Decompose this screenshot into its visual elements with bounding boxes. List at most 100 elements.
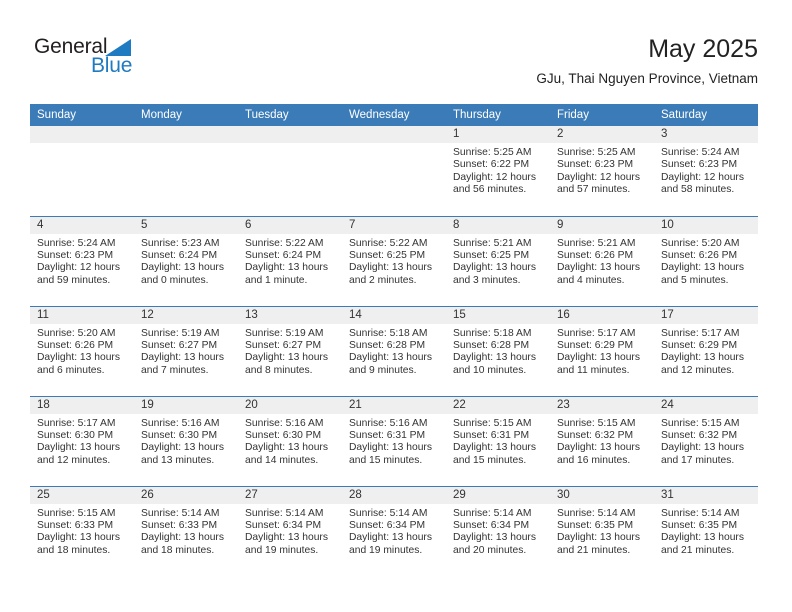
daylight-duration-line2: and 0 minutes. — [141, 274, 209, 286]
calendar-week-row: 4 Sunrise: 5:24 AM Sunset: 6:23 PM Daylight… — [30, 215, 758, 306]
calendar-cell-day[interactable]: 30 Sunrise: 5:14 AM Sunset: 6:35 PM Dayligh… — [550, 485, 654, 576]
calendar-cell-day[interactable]: 13 Sunrise: 5:19 AM Sunset: 6:27 PM Dayligh… — [238, 305, 342, 396]
calendar-cell-day[interactable]: 19 Sunrise: 5:16 AM Sunset: 6:30 PM Dayligh… — [134, 395, 238, 486]
calendar-cell-day[interactable]: 7 Sunrise: 5:22 AM Sunset: 6:25 PM Daylight… — [342, 215, 446, 306]
sunset-time: Sunset: 6:24 PM — [245, 249, 322, 261]
daylight-duration-line1: Daylight: 13 hours — [661, 262, 744, 274]
sunset-time: Sunset: 6:32 PM — [557, 429, 634, 441]
calendar-cell-day[interactable]: 18 Sunrise: 5:17 AM Sunset: 6:30 PM Dayligh… — [30, 395, 134, 486]
calendar-cell-day[interactable]: 26 Sunrise: 5:14 AM Sunset: 6:33 PM Dayligh… — [134, 485, 238, 576]
calendar-cell-day[interactable]: 20 Sunrise: 5:16 AM Sunset: 6:30 PM Dayligh… — [238, 395, 342, 486]
daylight-duration-line1: Daylight: 13 hours — [453, 442, 536, 454]
calendar-cell-day[interactable]: 9 Sunrise: 5:21 AM Sunset: 6:26 PM Daylight… — [550, 215, 654, 306]
daylight-duration-line1: Daylight: 13 hours — [453, 352, 536, 364]
sunrise-time: Sunrise: 5:16 AM — [141, 417, 220, 429]
sunrise-time: Sunrise: 5:24 AM — [661, 147, 740, 158]
sunset-time: Sunset: 6:35 PM — [661, 519, 738, 531]
daylight-duration-line2: and 18 minutes. — [141, 544, 215, 556]
daylight-duration-line2: and 57 minutes. — [557, 184, 631, 196]
calendar-cell-empty — [134, 126, 238, 216]
day-details: Sunrise: 5:14 AM Sunset: 6:34 PM Daylight:… — [342, 504, 446, 558]
calendar-cell-day[interactable]: 1 Sunrise: 5:25 AM Sunset: 6:22 PM Daylight… — [446, 126, 550, 216]
sunset-time: Sunset: 6:34 PM — [453, 519, 530, 531]
sunset-time: Sunset: 6:32 PM — [661, 429, 738, 441]
calendar-week-row: 25 Sunrise: 5:15 AM Sunset: 6:33 PM Dayligh… — [30, 485, 758, 576]
daylight-duration-line1: Daylight: 13 hours — [557, 262, 640, 274]
calendar-cell-day[interactable]: 24 Sunrise: 5:15 AM Sunset: 6:32 PM Dayligh… — [654, 395, 758, 486]
calendar-cell-day[interactable]: 5 Sunrise: 5:23 AM Sunset: 6:24 PM Daylight… — [134, 215, 238, 306]
calendar-cell-day[interactable]: 11 Sunrise: 5:20 AM Sunset: 6:26 PM Dayligh… — [30, 305, 134, 396]
day-details: Sunrise: 5:17 AM Sunset: 6:29 PM Daylight:… — [654, 324, 758, 378]
sunrise-time: Sunrise: 5:17 AM — [37, 417, 116, 429]
day-number: 9 — [550, 216, 654, 234]
calendar-cell-day[interactable]: 12 Sunrise: 5:19 AM Sunset: 6:27 PM Dayligh… — [134, 305, 238, 396]
sunrise-time: Sunrise: 5:16 AM — [349, 417, 428, 429]
daylight-duration-line2: and 21 minutes. — [557, 544, 631, 556]
calendar-cell-day[interactable]: 10 Sunrise: 5:20 AM Sunset: 6:26 PM Dayligh… — [654, 215, 758, 306]
weekday-header-saturday: Saturday — [654, 104, 758, 126]
day-number: 30 — [550, 486, 654, 504]
day-details: Sunrise: 5:22 AM Sunset: 6:24 PM Daylight:… — [238, 234, 342, 288]
daylight-duration-line1: Daylight: 12 hours — [37, 262, 120, 274]
sunrise-time: Sunrise: 5:16 AM — [245, 417, 324, 429]
page-title: May 2025 — [648, 35, 758, 63]
sunset-time: Sunset: 6:34 PM — [245, 519, 322, 531]
day-number: 20 — [238, 396, 342, 414]
daylight-duration-line2: and 19 minutes. — [245, 544, 319, 556]
daylight-duration-line2: and 15 minutes. — [453, 454, 527, 466]
calendar-cell-day[interactable]: 23 Sunrise: 5:15 AM Sunset: 6:32 PM Dayligh… — [550, 395, 654, 486]
calendar-table: Sunday Monday Tuesday Wednesday Thursday Frid… — [30, 104, 758, 576]
calendar-cell-day[interactable]: 3 Sunrise: 5:24 AM Sunset: 6:23 PM Daylight… — [654, 126, 758, 216]
calendar-cell-empty — [342, 126, 446, 216]
calendar-cell-day[interactable]: 2 Sunrise: 5:25 AM Sunset: 6:23 PM Daylight… — [550, 126, 654, 216]
day-number: 4 — [30, 216, 134, 234]
daylight-duration-line1: Daylight: 13 hours — [37, 352, 120, 364]
sunrise-time: Sunrise: 5:14 AM — [661, 507, 740, 519]
calendar-body: 1 Sunrise: 5:25 AM Sunset: 6:22 PM Daylight… — [30, 126, 758, 576]
day-number: 31 — [654, 486, 758, 504]
day-number: 15 — [446, 306, 550, 324]
day-number: 26 — [134, 486, 238, 504]
day-details: Sunrise: 5:20 AM Sunset: 6:26 PM Daylight:… — [654, 234, 758, 288]
sunset-time: Sunset: 6:30 PM — [245, 429, 322, 441]
day-number: 23 — [550, 396, 654, 414]
calendar-cell-day[interactable]: 16 Sunrise: 5:17 AM Sunset: 6:29 PM Dayligh… — [550, 305, 654, 396]
calendar-cell-day[interactable]: 31 Sunrise: 5:14 AM Sunset: 6:35 PM Dayligh… — [654, 485, 758, 576]
sunrise-time: Sunrise: 5:22 AM — [349, 237, 428, 249]
day-number — [342, 126, 446, 143]
sunrise-time: Sunrise: 5:21 AM — [453, 237, 532, 249]
calendar-cell-day[interactable]: 4 Sunrise: 5:24 AM Sunset: 6:23 PM Daylight… — [30, 215, 134, 306]
sunset-time: Sunset: 6:23 PM — [661, 159, 738, 171]
daylight-duration-line2: and 58 minutes. — [661, 184, 735, 196]
day-number: 17 — [654, 306, 758, 324]
day-details: Sunrise: 5:15 AM Sunset: 6:31 PM Daylight:… — [446, 414, 550, 468]
calendar-cell-day[interactable]: 15 Sunrise: 5:18 AM Sunset: 6:28 PM Dayligh… — [446, 305, 550, 396]
calendar-cell-day[interactable]: 28 Sunrise: 5:14 AM Sunset: 6:34 PM Dayligh… — [342, 485, 446, 576]
calendar-cell-day[interactable]: 6 Sunrise: 5:22 AM Sunset: 6:24 PM Daylight… — [238, 215, 342, 306]
calendar-cell-day[interactable]: 22 Sunrise: 5:15 AM Sunset: 6:31 PM Dayligh… — [446, 395, 550, 486]
calendar-cell-day[interactable]: 27 Sunrise: 5:14 AM Sunset: 6:34 PM Dayligh… — [238, 485, 342, 576]
day-details: Sunrise: 5:22 AM Sunset: 6:25 PM Daylight:… — [342, 234, 446, 288]
calendar-cell-day[interactable]: 29 Sunrise: 5:14 AM Sunset: 6:34 PM Dayligh… — [446, 485, 550, 576]
day-number: 5 — [134, 216, 238, 234]
sunrise-time: Sunrise: 5:19 AM — [245, 327, 324, 339]
calendar-cell-day[interactable]: 25 Sunrise: 5:15 AM Sunset: 6:33 PM Dayligh… — [30, 485, 134, 576]
sunrise-time: Sunrise: 5:19 AM — [141, 327, 220, 339]
daylight-duration-line1: Daylight: 13 hours — [245, 532, 328, 544]
sunrise-time: Sunrise: 5:18 AM — [349, 327, 428, 339]
calendar-cell-day[interactable]: 14 Sunrise: 5:18 AM Sunset: 6:28 PM Dayligh… — [342, 305, 446, 396]
calendar-cell-day[interactable]: 17 Sunrise: 5:17 AM Sunset: 6:29 PM Dayligh… — [654, 305, 758, 396]
weekday-header-monday: Monday — [134, 104, 238, 126]
day-details: Sunrise: 5:16 AM Sunset: 6:30 PM Daylight:… — [238, 414, 342, 468]
day-number — [30, 126, 134, 143]
daylight-duration-line1: Daylight: 13 hours — [349, 262, 432, 274]
day-details: Sunrise: 5:14 AM Sunset: 6:33 PM Daylight:… — [134, 504, 238, 558]
sunset-time: Sunset: 6:25 PM — [453, 249, 530, 261]
day-details: Sunrise: 5:25 AM Sunset: 6:23 PM Daylight:… — [550, 143, 654, 197]
day-details: Sunrise: 5:21 AM Sunset: 6:25 PM Daylight:… — [446, 234, 550, 288]
calendar-cell-day[interactable]: 21 Sunrise: 5:16 AM Sunset: 6:31 PM Dayligh… — [342, 395, 446, 486]
daylight-duration-line1: Daylight: 13 hours — [37, 532, 120, 544]
calendar-cell-day[interactable]: 8 Sunrise: 5:21 AM Sunset: 6:25 PM Daylight… — [446, 215, 550, 306]
sunset-time: Sunset: 6:34 PM — [349, 519, 426, 531]
daylight-duration-line1: Daylight: 13 hours — [661, 352, 744, 364]
